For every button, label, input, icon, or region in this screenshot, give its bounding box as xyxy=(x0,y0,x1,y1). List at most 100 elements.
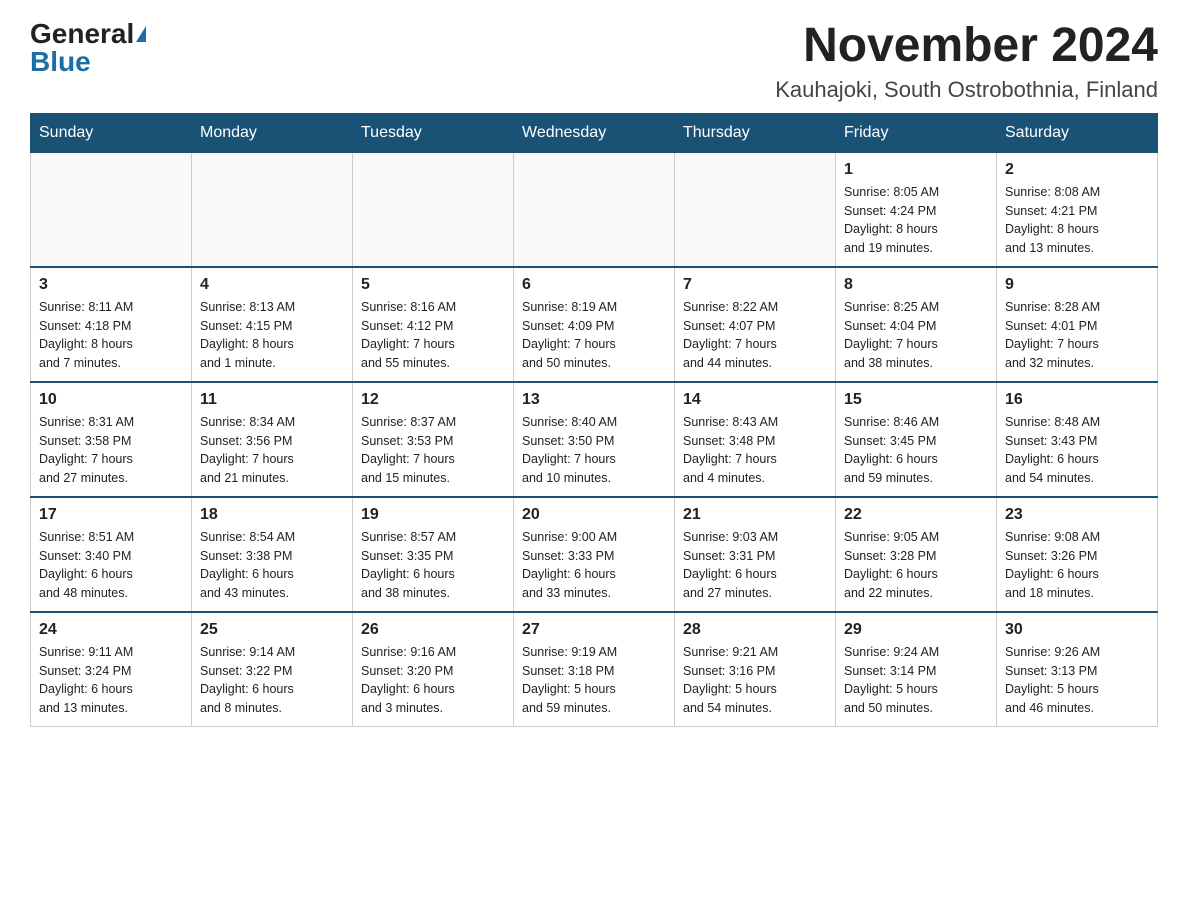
calendar-day-cell: 24 Sunrise: 9:11 AMSunset: 3:24 PMDayligh… xyxy=(31,612,192,727)
calendar-day-cell: 19 Sunrise: 8:57 AMSunset: 3:35 PMDayligh… xyxy=(353,497,514,612)
calendar-day-cell xyxy=(192,152,353,267)
day-number: 26 xyxy=(361,621,505,639)
calendar-week-row: 17 Sunrise: 8:51 AMSunset: 3:40 PMDayligh… xyxy=(31,497,1158,612)
day-info: Sunrise: 9:24 AMSunset: 3:14 PMDaylight:… xyxy=(844,643,988,718)
calendar-day-cell: 1 Sunrise: 8:05 AMSunset: 4:24 PMDaylight… xyxy=(836,152,997,267)
calendar-day-cell: 8 Sunrise: 8:25 AMSunset: 4:04 PMDaylight… xyxy=(836,267,997,382)
logo-blue-text: Blue xyxy=(30,48,91,76)
calendar-day-cell: 29 Sunrise: 9:24 AMSunset: 3:14 PMDayligh… xyxy=(836,612,997,727)
day-info: Sunrise: 8:05 AMSunset: 4:24 PMDaylight:… xyxy=(844,183,988,258)
day-info: Sunrise: 8:34 AMSunset: 3:56 PMDaylight:… xyxy=(200,413,344,488)
day-number: 11 xyxy=(200,391,344,409)
calendar-day-cell: 4Sunrise: 8:13 AMSunset: 4:15 PMDaylight… xyxy=(192,267,353,382)
calendar-day-cell: 6 Sunrise: 8:19 AMSunset: 4:09 PMDaylight… xyxy=(514,267,675,382)
day-info: Sunrise: 8:54 AMSunset: 3:38 PMDaylight:… xyxy=(200,528,344,603)
calendar-day-cell xyxy=(514,152,675,267)
month-title: November 2024 xyxy=(775,20,1158,73)
calendar-day-cell: 16Sunrise: 8:48 AMSunset: 3:43 PMDayligh… xyxy=(997,382,1158,497)
day-of-week-header: Friday xyxy=(836,113,997,152)
day-info: Sunrise: 8:16 AMSunset: 4:12 PMDaylight:… xyxy=(361,298,505,373)
day-info: Sunrise: 9:03 AMSunset: 3:31 PMDaylight:… xyxy=(683,528,827,603)
calendar-day-cell: 7Sunrise: 8:22 AMSunset: 4:07 PMDaylight… xyxy=(675,267,836,382)
calendar-day-cell: 14 Sunrise: 8:43 AMSunset: 3:48 PMDayligh… xyxy=(675,382,836,497)
calendar-day-cell: 17 Sunrise: 8:51 AMSunset: 3:40 PMDayligh… xyxy=(31,497,192,612)
calendar-day-cell: 5 Sunrise: 8:16 AMSunset: 4:12 PMDaylight… xyxy=(353,267,514,382)
day-number: 1 xyxy=(844,161,988,179)
day-info: Sunrise: 8:46 AMSunset: 3:45 PMDaylight:… xyxy=(844,413,988,488)
day-number: 12 xyxy=(361,391,505,409)
calendar-day-cell xyxy=(31,152,192,267)
day-number: 15 xyxy=(844,391,988,409)
calendar-day-cell: 30 Sunrise: 9:26 AMSunset: 3:13 PMDayligh… xyxy=(997,612,1158,727)
day-info: Sunrise: 9:00 AMSunset: 3:33 PMDaylight:… xyxy=(522,528,666,603)
day-info: Sunrise: 8:43 AMSunset: 3:48 PMDaylight:… xyxy=(683,413,827,488)
day-info: Sunrise: 8:08 AMSunset: 4:21 PMDaylight:… xyxy=(1005,183,1149,258)
day-number: 17 xyxy=(39,506,183,524)
day-number: 20 xyxy=(522,506,666,524)
day-info: Sunrise: 8:25 AMSunset: 4:04 PMDaylight:… xyxy=(844,298,988,373)
day-info: Sunrise: 8:48 AMSunset: 3:43 PMDaylight:… xyxy=(1005,413,1149,488)
day-number: 22 xyxy=(844,506,988,524)
logo-triangle-icon xyxy=(136,26,146,42)
day-of-week-header: Thursday xyxy=(675,113,836,152)
day-number: 14 xyxy=(683,391,827,409)
day-info: Sunrise: 9:11 AMSunset: 3:24 PMDaylight:… xyxy=(39,643,183,718)
calendar-day-cell: 21 Sunrise: 9:03 AMSunset: 3:31 PMDayligh… xyxy=(675,497,836,612)
calendar-day-cell xyxy=(675,152,836,267)
day-info: Sunrise: 8:51 AMSunset: 3:40 PMDaylight:… xyxy=(39,528,183,603)
day-number: 29 xyxy=(844,621,988,639)
calendar-day-cell: 26 Sunrise: 9:16 AMSunset: 3:20 PMDayligh… xyxy=(353,612,514,727)
calendar-day-cell xyxy=(353,152,514,267)
page-header: General Blue November 2024 Kauhajoki, So… xyxy=(30,20,1158,103)
day-number: 30 xyxy=(1005,621,1149,639)
logo-general-text: General xyxy=(30,20,134,48)
day-number: 5 xyxy=(361,276,505,294)
day-number: 21 xyxy=(683,506,827,524)
location-subtitle: Kauhajoki, South Ostrobothnia, Finland xyxy=(775,77,1158,103)
day-of-week-header: Saturday xyxy=(997,113,1158,152)
day-number: 19 xyxy=(361,506,505,524)
calendar-day-cell: 22 Sunrise: 9:05 AMSunset: 3:28 PMDayligh… xyxy=(836,497,997,612)
day-number: 23 xyxy=(1005,506,1149,524)
day-info: Sunrise: 8:19 AMSunset: 4:09 PMDaylight:… xyxy=(522,298,666,373)
day-info: Sunrise: 9:26 AMSunset: 3:13 PMDaylight:… xyxy=(1005,643,1149,718)
day-of-week-header: Tuesday xyxy=(353,113,514,152)
day-number: 7 xyxy=(683,276,827,294)
day-number: 4 xyxy=(200,276,344,294)
day-number: 27 xyxy=(522,621,666,639)
day-number: 24 xyxy=(39,621,183,639)
day-info: Sunrise: 9:16 AMSunset: 3:20 PMDaylight:… xyxy=(361,643,505,718)
day-info: Sunrise: 9:21 AMSunset: 3:16 PMDaylight:… xyxy=(683,643,827,718)
day-number: 25 xyxy=(200,621,344,639)
day-number: 13 xyxy=(522,391,666,409)
day-info: Sunrise: 8:11 AMSunset: 4:18 PMDaylight:… xyxy=(39,298,183,373)
calendar-day-cell: 10Sunrise: 8:31 AMSunset: 3:58 PMDayligh… xyxy=(31,382,192,497)
calendar-day-cell: 23 Sunrise: 9:08 AMSunset: 3:26 PMDayligh… xyxy=(997,497,1158,612)
day-number: 8 xyxy=(844,276,988,294)
title-section: November 2024 Kauhajoki, South Ostroboth… xyxy=(775,20,1158,103)
day-of-week-header: Wednesday xyxy=(514,113,675,152)
day-number: 9 xyxy=(1005,276,1149,294)
day-info: Sunrise: 8:28 AMSunset: 4:01 PMDaylight:… xyxy=(1005,298,1149,373)
calendar-week-row: 24 Sunrise: 9:11 AMSunset: 3:24 PMDayligh… xyxy=(31,612,1158,727)
calendar-day-cell: 25Sunrise: 9:14 AMSunset: 3:22 PMDayligh… xyxy=(192,612,353,727)
calendar-day-cell: 15 Sunrise: 8:46 AMSunset: 3:45 PMDayligh… xyxy=(836,382,997,497)
calendar-week-row: 10Sunrise: 8:31 AMSunset: 3:58 PMDayligh… xyxy=(31,382,1158,497)
day-info: Sunrise: 9:05 AMSunset: 3:28 PMDaylight:… xyxy=(844,528,988,603)
calendar-week-row: 1 Sunrise: 8:05 AMSunset: 4:24 PMDaylight… xyxy=(31,152,1158,267)
day-info: Sunrise: 9:19 AMSunset: 3:18 PMDaylight:… xyxy=(522,643,666,718)
calendar-table: SundayMondayTuesdayWednesdayThursdayFrid… xyxy=(30,113,1158,727)
day-info: Sunrise: 8:37 AMSunset: 3:53 PMDaylight:… xyxy=(361,413,505,488)
calendar-day-cell: 11 Sunrise: 8:34 AMSunset: 3:56 PMDayligh… xyxy=(192,382,353,497)
calendar-day-cell: 18Sunrise: 8:54 AMSunset: 3:38 PMDayligh… xyxy=(192,497,353,612)
day-info: Sunrise: 9:08 AMSunset: 3:26 PMDaylight:… xyxy=(1005,528,1149,603)
calendar-day-cell: 2Sunrise: 8:08 AMSunset: 4:21 PMDaylight… xyxy=(997,152,1158,267)
calendar-day-cell: 9 Sunrise: 8:28 AMSunset: 4:01 PMDaylight… xyxy=(997,267,1158,382)
calendar-day-cell: 20 Sunrise: 9:00 AMSunset: 3:33 PMDayligh… xyxy=(514,497,675,612)
day-info: Sunrise: 8:57 AMSunset: 3:35 PMDaylight:… xyxy=(361,528,505,603)
day-number: 28 xyxy=(683,621,827,639)
day-number: 6 xyxy=(522,276,666,294)
calendar-header-row: SundayMondayTuesdayWednesdayThursdayFrid… xyxy=(31,113,1158,152)
calendar-day-cell: 28 Sunrise: 9:21 AMSunset: 3:16 PMDayligh… xyxy=(675,612,836,727)
calendar-week-row: 3Sunrise: 8:11 AMSunset: 4:18 PMDaylight… xyxy=(31,267,1158,382)
